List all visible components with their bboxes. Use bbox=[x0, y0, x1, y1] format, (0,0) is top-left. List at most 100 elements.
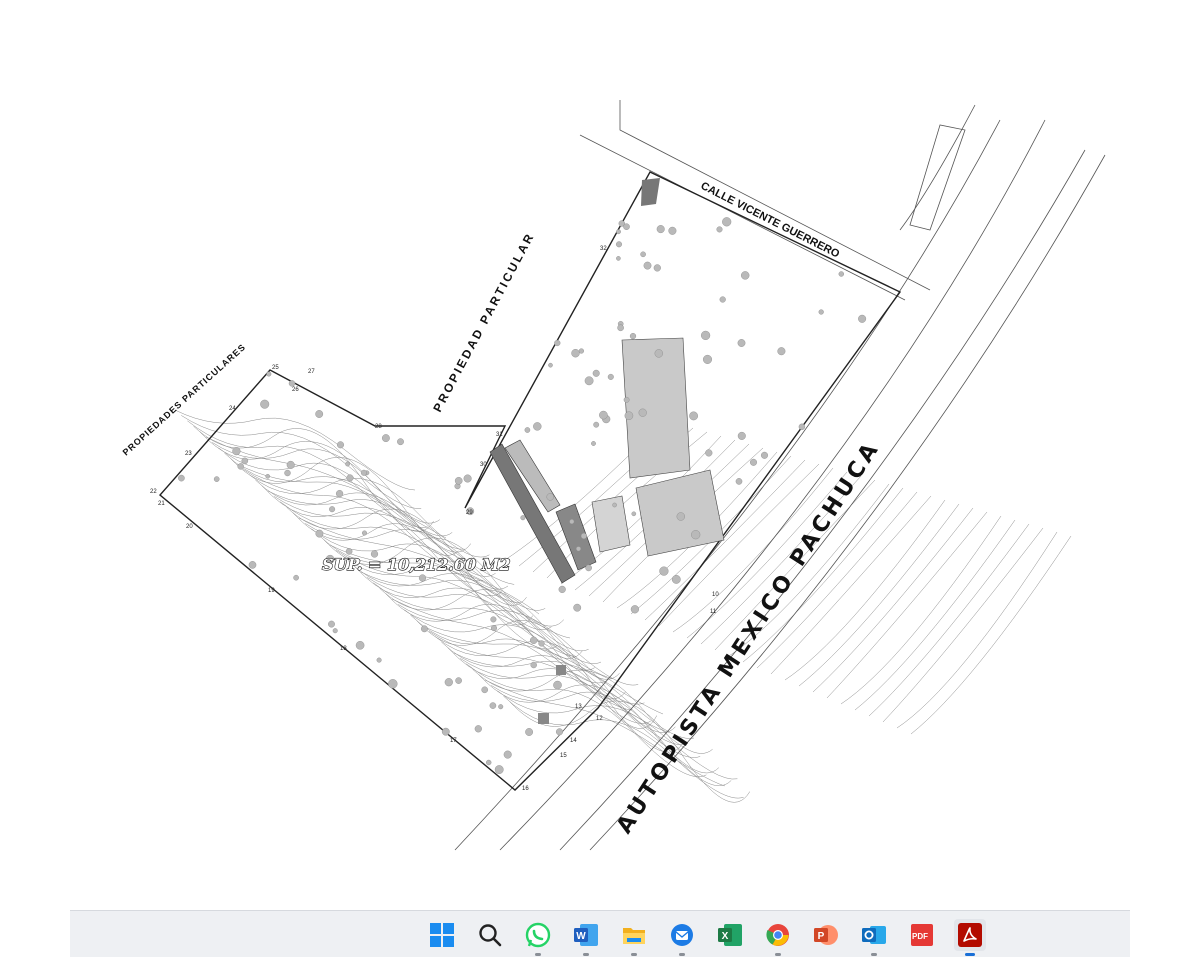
acrobat-button[interactable] bbox=[954, 919, 986, 956]
powerpoint-button[interactable]: P bbox=[810, 919, 842, 951]
tree-symbol bbox=[454, 476, 463, 485]
tree-symbol bbox=[533, 422, 542, 431]
vertex-number: 13 bbox=[575, 704, 582, 710]
contour-line bbox=[882, 527, 1044, 723]
tree-symbol bbox=[858, 314, 867, 323]
tree-symbol bbox=[653, 264, 661, 272]
tree-symbol bbox=[624, 411, 634, 421]
tree-symbol bbox=[616, 241, 623, 248]
contour-line bbox=[323, 537, 564, 627]
tree-symbol bbox=[232, 447, 241, 456]
vertex-number: 17 bbox=[450, 738, 457, 744]
search-icon bbox=[479, 924, 502, 947]
chrome-button[interactable] bbox=[762, 919, 794, 956]
topographic-contours bbox=[174, 409, 1072, 803]
whatsapp-button[interactable] bbox=[522, 919, 554, 956]
tree-symbol bbox=[248, 561, 257, 569]
vertex-number: 27 bbox=[308, 369, 315, 375]
contour-line bbox=[224, 453, 465, 550]
tree-symbol bbox=[524, 427, 531, 433]
chrome-icon bbox=[766, 924, 789, 946]
tree-symbol bbox=[463, 474, 472, 483]
tree-symbol bbox=[455, 677, 462, 684]
outlook-button[interactable] bbox=[858, 919, 890, 956]
tree-symbol bbox=[735, 478, 743, 485]
outlook-icon bbox=[862, 926, 886, 944]
powerpoint-icon: P bbox=[814, 925, 838, 945]
contour-line bbox=[205, 436, 447, 539]
contour-line bbox=[416, 620, 658, 729]
top-neighbor-label: PROPIEDAD PARTICULAR bbox=[430, 230, 537, 415]
tree-symbol bbox=[671, 575, 681, 584]
tree-symbol bbox=[584, 376, 594, 386]
tree-symbol bbox=[676, 512, 685, 521]
start-icon bbox=[430, 923, 454, 947]
tree-symbol bbox=[777, 347, 786, 356]
tree-symbol bbox=[737, 431, 746, 440]
thunderbird-icon bbox=[671, 924, 693, 946]
pdf-editor-button[interactable]: PDF bbox=[906, 919, 938, 951]
tree-symbol bbox=[346, 474, 354, 482]
tree-symbol bbox=[571, 349, 580, 358]
tree-symbol bbox=[474, 725, 482, 733]
tree-symbol bbox=[481, 686, 489, 694]
vertex-numbers: 10 11 12 13 14 15 16 17 18 19 20 2122 23 24 25 26 27 28 29… bbox=[150, 246, 719, 792]
tree-symbol bbox=[818, 309, 824, 315]
vertex-number: 22 bbox=[150, 489, 157, 495]
tree-symbol bbox=[355, 641, 365, 650]
acrobat-icon bbox=[958, 923, 982, 947]
tree-symbol bbox=[520, 515, 526, 521]
tree-symbol bbox=[420, 625, 428, 633]
tree-symbol bbox=[489, 702, 497, 709]
tree-symbol bbox=[798, 423, 806, 430]
surface-area-label: SUP. = 10,212.60 M2 bbox=[322, 555, 511, 574]
tree-symbol bbox=[260, 399, 270, 409]
tree-symbol bbox=[656, 225, 665, 234]
tree-symbol bbox=[629, 333, 637, 340]
tree-symbol bbox=[546, 493, 554, 501]
contour-line bbox=[249, 474, 490, 558]
vertex-number: 21 bbox=[158, 501, 165, 507]
tree-symbol bbox=[580, 532, 588, 540]
search-button[interactable] bbox=[474, 919, 506, 951]
contour-line bbox=[410, 615, 651, 724]
file-explorer-button[interactable] bbox=[618, 919, 650, 956]
tree-symbol bbox=[538, 640, 545, 647]
excel-button[interactable]: X bbox=[714, 919, 746, 951]
whatsapp-icon bbox=[525, 922, 551, 948]
contour-line bbox=[187, 420, 428, 528]
tree-symbol bbox=[654, 349, 663, 358]
contour-line bbox=[398, 604, 639, 686]
start-button[interactable] bbox=[426, 919, 458, 951]
contour-line bbox=[385, 593, 626, 700]
tree-symbol bbox=[345, 461, 350, 467]
vertex-number: 19 bbox=[268, 588, 275, 594]
tree-symbol bbox=[573, 603, 582, 612]
tree-symbol bbox=[640, 251, 646, 258]
thunderbird-button[interactable] bbox=[666, 919, 698, 956]
tree-symbol bbox=[315, 410, 324, 418]
vertex-number: 23 bbox=[185, 451, 192, 457]
contour-line bbox=[236, 463, 478, 563]
taskbar-app-list: W X P PDF bbox=[426, 919, 986, 956]
tree-symbol bbox=[700, 330, 711, 341]
vertex-number: 30 bbox=[480, 462, 487, 468]
tree-symbol bbox=[548, 362, 553, 368]
tree-symbol bbox=[578, 348, 585, 354]
tree-symbol bbox=[554, 339, 561, 347]
tree-symbol bbox=[486, 759, 492, 766]
tree-symbol bbox=[490, 616, 497, 623]
tree-symbol bbox=[336, 490, 344, 498]
tree-symbol bbox=[616, 229, 621, 235]
vertex-number: 11 bbox=[710, 609, 717, 615]
word-button[interactable]: W bbox=[570, 919, 602, 956]
tree-symbol bbox=[337, 441, 345, 449]
tree-symbol bbox=[612, 502, 617, 508]
site-plan-drawing: CALLE VICENTE GUERRERO AUTOPISTA MEXICO … bbox=[121, 100, 1106, 851]
tree-symbol bbox=[441, 727, 450, 736]
tree-symbol bbox=[491, 625, 498, 632]
svg-text:P: P bbox=[818, 931, 825, 942]
vertex-number: 20 bbox=[186, 524, 193, 530]
tree-symbol bbox=[591, 441, 596, 446]
tree-symbol bbox=[530, 636, 538, 644]
